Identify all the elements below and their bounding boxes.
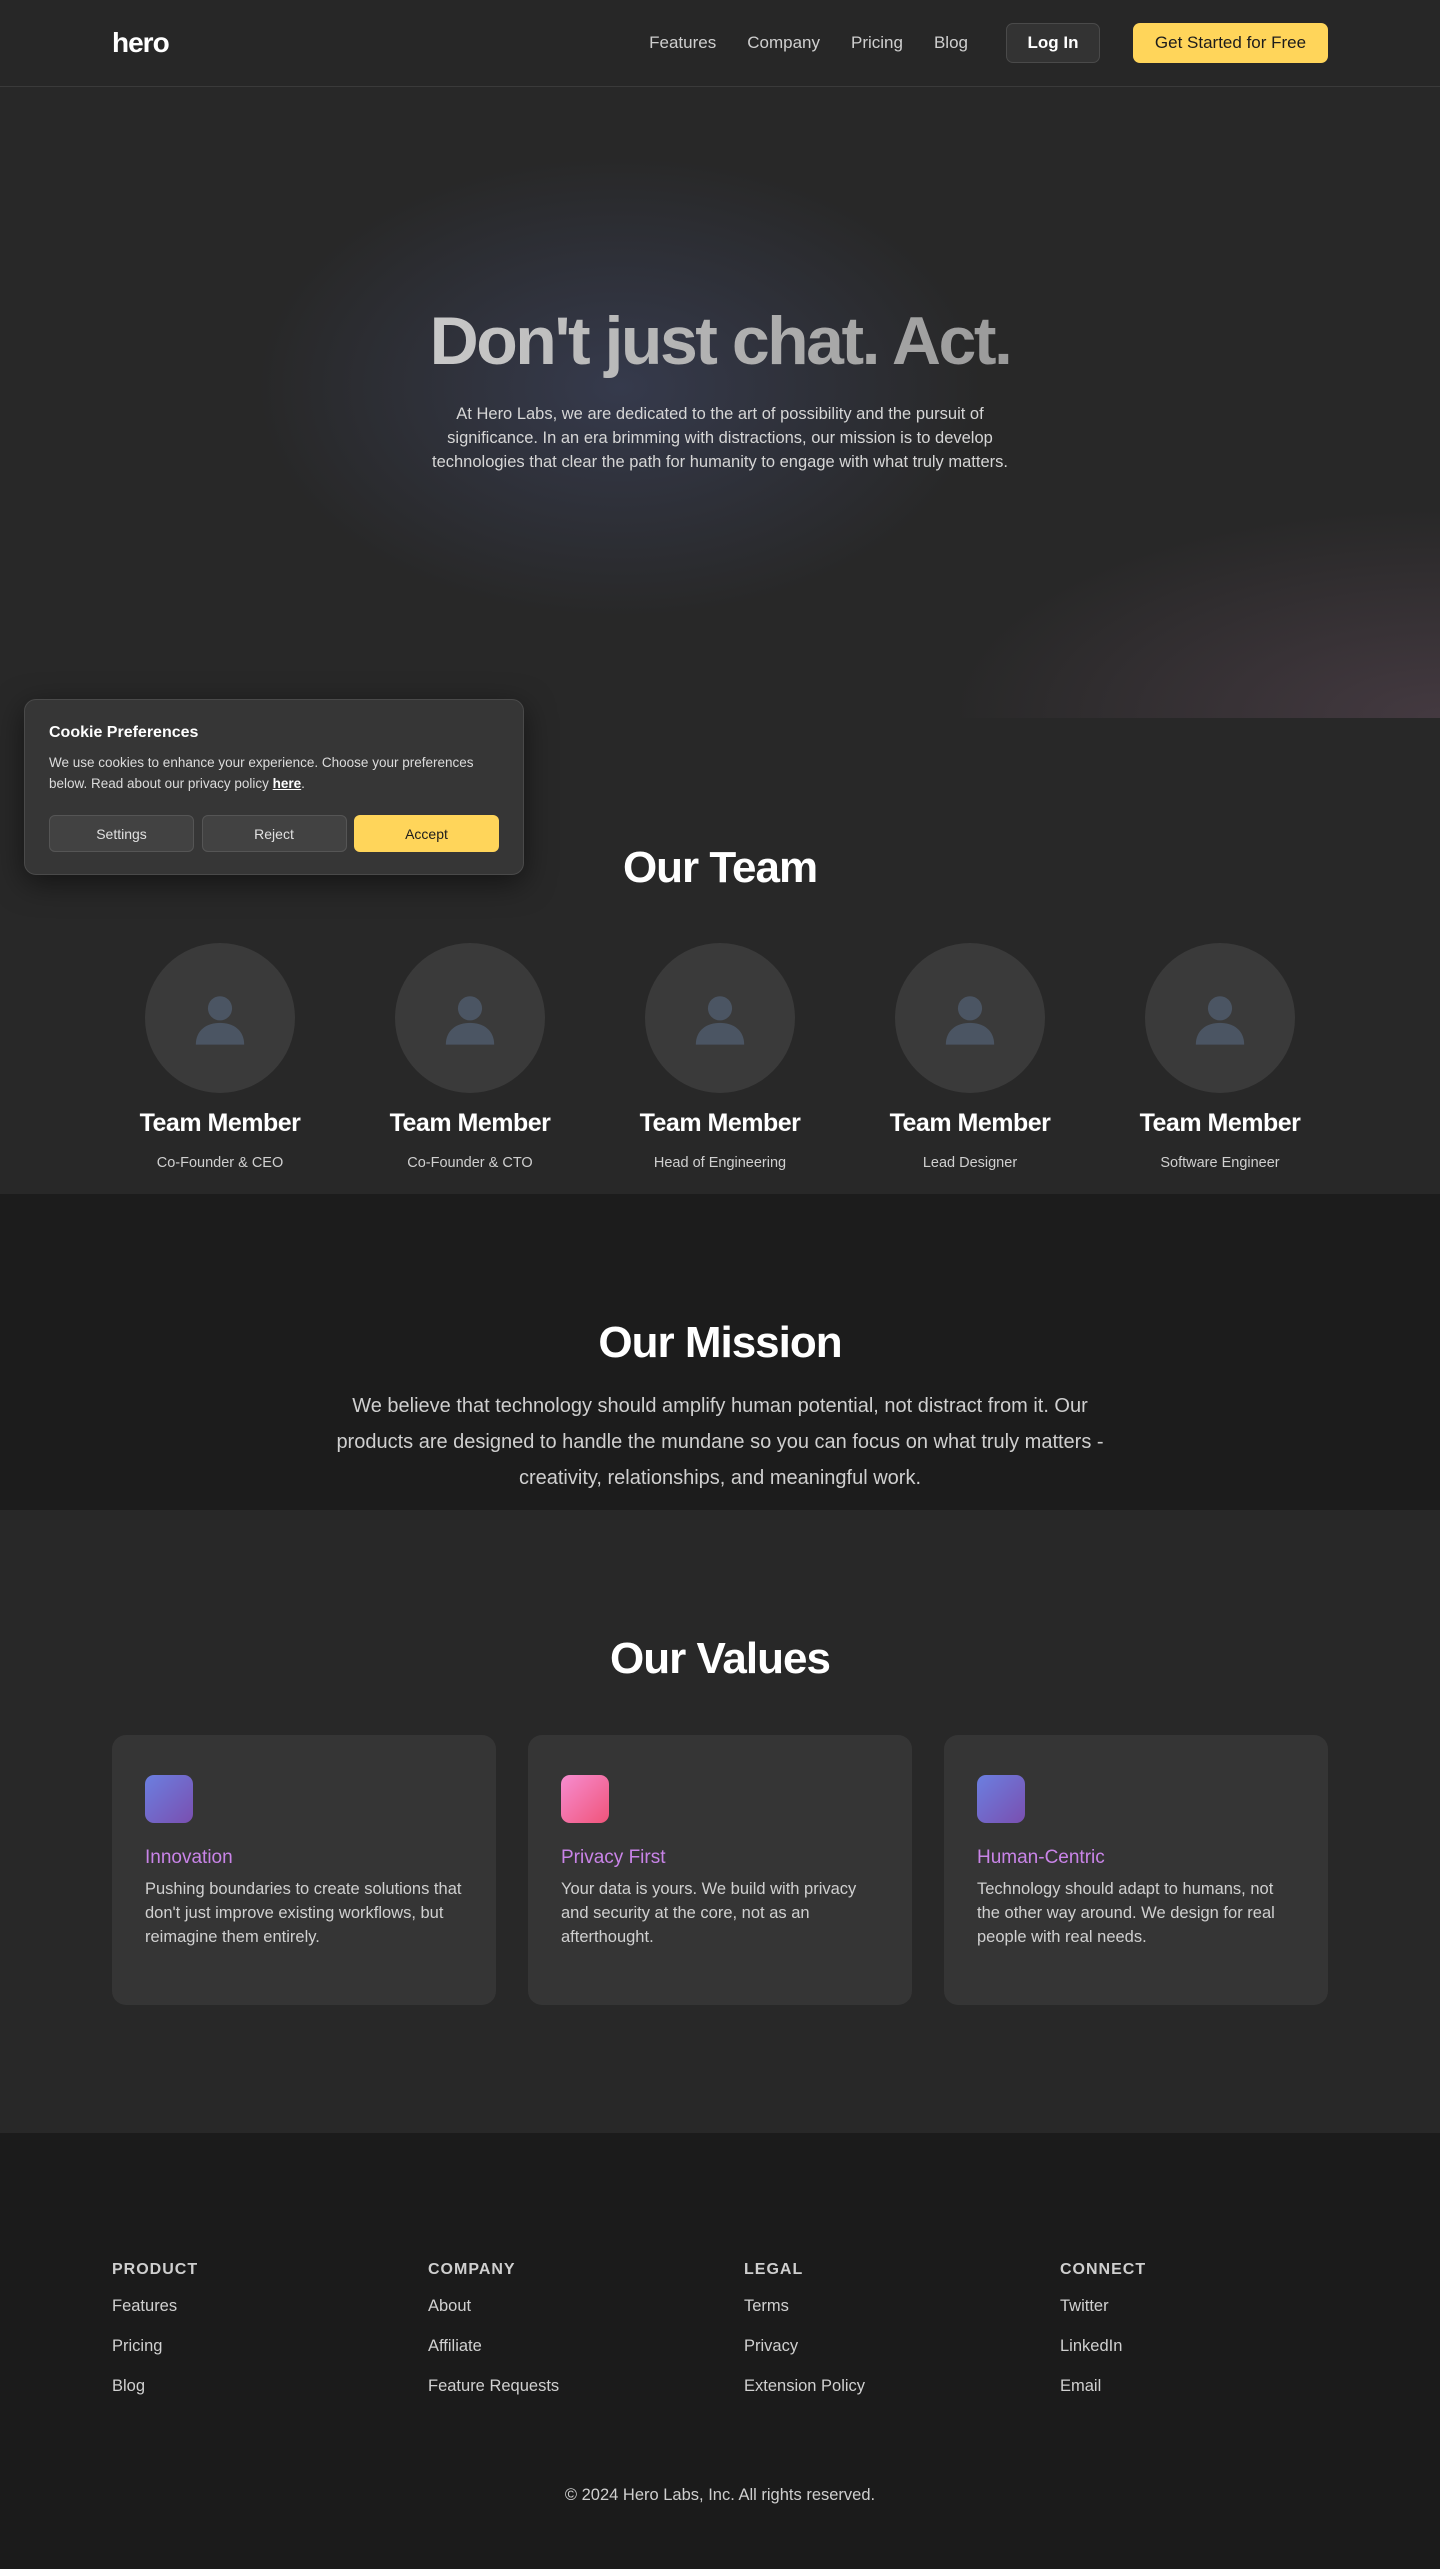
cookie-text: We use cookies to enhance your experienc… <box>49 752 499 794</box>
member-role: Co-Founder & CEO <box>156 1155 284 1171</box>
member-role: Co-Founder & CTO <box>407 1155 533 1171</box>
avatar <box>1145 943 1295 1093</box>
footer-columns: PRODUCT Features Pricing Blog COMPANY Ab… <box>112 2261 1376 2396</box>
nav-link-company[interactable]: Company <box>747 33 820 53</box>
footer-link-feature-requests[interactable]: Feature Requests <box>428 2377 744 2396</box>
person-icon <box>695 996 745 1045</box>
nav-links: Features Company Pricing Blog Log In Get… <box>649 23 1328 63</box>
values-title: Our Values <box>610 1634 831 1683</box>
member-name: Team Member <box>389 1109 551 1137</box>
person-icon <box>945 996 995 1045</box>
team-member-card: Team Member Head of Engineering <box>612 943 828 1171</box>
member-role: Head of Engineering <box>653 1155 787 1171</box>
avatar <box>895 943 1045 1093</box>
footer-link-terms[interactable]: Terms <box>744 2297 1060 2316</box>
member-name: Team Member <box>1139 1109 1301 1137</box>
avatar <box>145 943 295 1093</box>
values-grid: Innovation Pushing boundaries to create … <box>112 1735 1328 2005</box>
footer-heading: CONNECT <box>1060 2261 1147 2278</box>
footer-column-connect: CONNECT Twitter LinkedIn Email <box>1060 2261 1376 2396</box>
footer-link-affiliate[interactable]: Affiliate <box>428 2337 744 2356</box>
value-text: Pushing boundaries to create solutions t… <box>145 1880 462 1946</box>
cookie-text-end: . <box>301 776 305 791</box>
team-grid: Team Member Co-Founder & CEO Team Member… <box>112 943 1328 1171</box>
cookie-accept-button[interactable]: Accept <box>354 815 499 852</box>
footer-heading: COMPANY <box>428 2261 516 2278</box>
value-card-innovation: Innovation Pushing boundaries to create … <box>112 1735 496 2005</box>
team-member-card: Team Member Lead Designer <box>862 943 1078 1171</box>
team-member-card: Team Member Software Engineer <box>1112 943 1328 1171</box>
login-button[interactable]: Log In <box>1006 23 1100 63</box>
footer-link-privacy[interactable]: Privacy <box>744 2337 1060 2356</box>
value-title: Innovation <box>145 1847 233 1868</box>
team-member-card: Team Member Co-Founder & CTO <box>362 943 578 1171</box>
logo[interactable]: hero <box>112 27 170 59</box>
cookie-text-body: We use cookies to enhance your experienc… <box>49 755 474 791</box>
person-icon <box>195 996 245 1045</box>
nav-link-pricing[interactable]: Pricing <box>851 33 903 53</box>
footer-link-twitter[interactable]: Twitter <box>1060 2297 1376 2316</box>
team-member-card: Team Member Co-Founder & CEO <box>112 943 328 1171</box>
avatar <box>395 943 545 1093</box>
get-started-button[interactable]: Get Started for Free <box>1133 23 1328 63</box>
footer: PRODUCT Features Pricing Blog COMPANY Ab… <box>0 2133 1440 2569</box>
member-role: Software Engineer <box>1160 1155 1280 1171</box>
person-icon <box>445 996 495 1045</box>
cookie-settings-button[interactable]: Settings <box>49 815 194 852</box>
copyright: © 2024 Hero Labs, Inc. All rights reserv… <box>564 2486 876 2504</box>
footer-heading: PRODUCT <box>112 2261 199 2278</box>
cookie-title: Cookie Preferences <box>49 724 199 741</box>
footer-link-linkedin[interactable]: LinkedIn <box>1060 2337 1376 2356</box>
mission-section: Our Mission We believe that technology s… <box>0 1194 1440 1510</box>
footer-column-legal: LEGAL Terms Privacy Extension Policy <box>744 2261 1060 2396</box>
nav-link-blog[interactable]: Blog <box>934 33 968 53</box>
footer-link-email[interactable]: Email <box>1060 2377 1376 2396</box>
member-name: Team Member <box>639 1109 801 1137</box>
mission-text: We believe that technology should amplif… <box>336 1395 1104 1489</box>
footer-link-blog[interactable]: Blog <box>112 2377 428 2396</box>
privacy-policy-link[interactable]: here <box>273 776 302 791</box>
human-centric-icon <box>977 1775 1025 1823</box>
footer-link-about[interactable]: About <box>428 2297 744 2316</box>
value-card-human-centric: Human-Centric Technology should adapt to… <box>944 1735 1328 2005</box>
footer-link-pricing[interactable]: Pricing <box>112 2337 428 2356</box>
footer-column-company: COMPANY About Affiliate Feature Requests <box>428 2261 744 2396</box>
mission-title: Our Mission <box>598 1318 842 1367</box>
privacy-icon <box>561 1775 609 1823</box>
value-card-privacy: Privacy First Your data is yours. We bui… <box>528 1735 912 2005</box>
values-section: Our Values Innovation Pushing boundaries… <box>0 1510 1440 2133</box>
cookie-buttons: Settings Reject Accept <box>49 815 499 852</box>
member-name: Team Member <box>889 1109 1051 1137</box>
footer-column-product: PRODUCT Features Pricing Blog <box>112 2261 428 2396</box>
innovation-icon <box>145 1775 193 1823</box>
member-name: Team Member <box>139 1109 301 1137</box>
cookie-reject-button[interactable]: Reject <box>201 815 347 852</box>
hero-title: Don't just chat. Act. <box>429 302 1013 379</box>
avatar <box>645 943 795 1093</box>
value-title: Human-Centric <box>977 1847 1105 1868</box>
person-icon <box>1195 996 1245 1045</box>
footer-link-features[interactable]: Features <box>112 2297 428 2316</box>
nav-link-features[interactable]: Features <box>649 33 716 53</box>
value-text: Technology should adapt to humans, not t… <box>977 1880 1275 1946</box>
cookie-banner: Cookie Preferences We use cookies to enh… <box>24 699 524 875</box>
value-text: Your data is yours. We build with privac… <box>561 1880 857 1946</box>
hero-section: Don't just chat. Act. At Hero Labs, we a… <box>0 87 1440 718</box>
footer-heading: LEGAL <box>744 2261 804 2278</box>
member-role: Lead Designer <box>922 1155 1018 1171</box>
top-nav: hero Features Company Pricing Blog Log I… <box>0 0 1440 87</box>
value-title: Privacy First <box>561 1847 666 1868</box>
footer-link-extension-policy[interactable]: Extension Policy <box>744 2377 1060 2396</box>
hero-subtitle: At Hero Labs, we are dedicated to the ar… <box>432 404 1008 471</box>
